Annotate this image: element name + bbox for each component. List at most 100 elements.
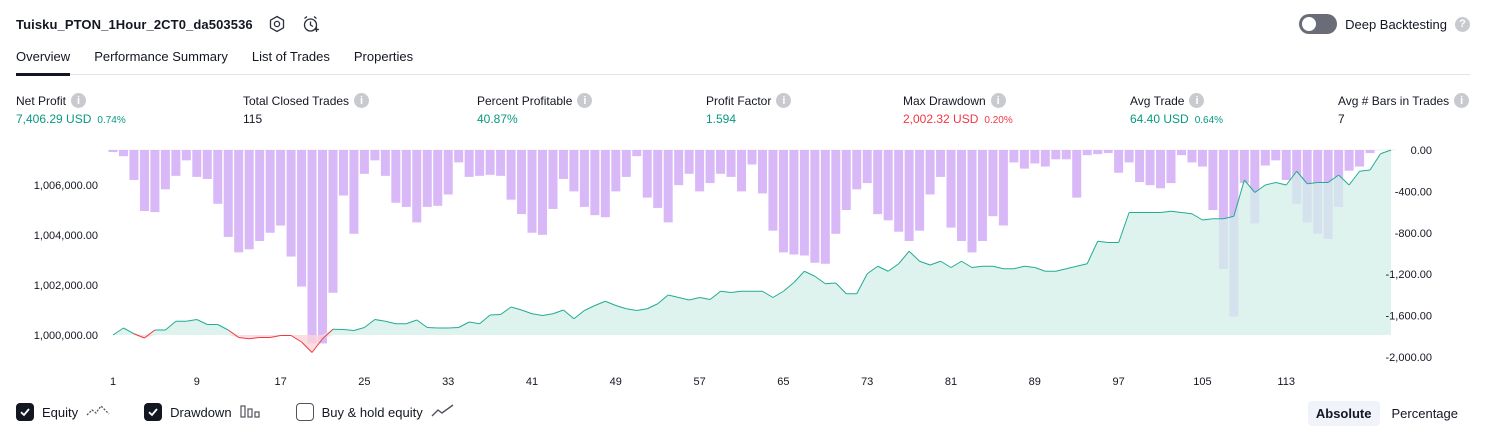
tab-bar: Overview Performance Summary List of Tra… bbox=[16, 44, 1470, 76]
drawdown-bar bbox=[1166, 150, 1176, 184]
info-icon[interactable]: i bbox=[577, 93, 593, 108]
drawdown-bar bbox=[1281, 150, 1291, 180]
add-alert-icon[interactable] bbox=[301, 14, 321, 34]
drawdown-bar bbox=[810, 150, 820, 263]
drawdown-bar bbox=[475, 150, 485, 176]
drawdown-bar bbox=[1260, 150, 1270, 166]
drawdown-bar bbox=[202, 150, 212, 179]
x-axis-tick-label: 65 bbox=[777, 376, 789, 388]
drawdown-bar bbox=[684, 150, 694, 174]
x-axis-tick-label: 41 bbox=[526, 376, 538, 388]
drawdown-bar bbox=[558, 150, 568, 179]
tab-properties[interactable]: Properties bbox=[354, 44, 413, 75]
drawdown-bar bbox=[737, 150, 747, 192]
drawdown-bar bbox=[318, 150, 328, 344]
absolute-button[interactable]: Absolute bbox=[1307, 401, 1380, 426]
info-icon[interactable]: i bbox=[354, 93, 370, 108]
drawdown-bar bbox=[1355, 150, 1365, 167]
tab-performance-summary[interactable]: Performance Summary bbox=[94, 44, 228, 75]
drawdown-bar bbox=[244, 150, 254, 250]
drawdown-bar bbox=[726, 150, 736, 177]
info-icon[interactable]: i bbox=[776, 93, 792, 108]
metric-percent: 0.74% bbox=[97, 115, 126, 126]
drawdown-bar bbox=[485, 150, 495, 175]
buy-hold-checkbox[interactable] bbox=[295, 403, 314, 421]
drawdown-bar bbox=[1051, 150, 1061, 160]
drawdown-bar bbox=[873, 150, 883, 215]
drawdown-bar bbox=[496, 150, 506, 176]
x-axis-tick-label: 1 bbox=[110, 376, 116, 388]
legend-drawdown[interactable]: Drawdown bbox=[144, 403, 261, 421]
drawdown-bar bbox=[1009, 150, 1019, 163]
drawdown-bar bbox=[338, 150, 348, 196]
drawdown-bar bbox=[1040, 150, 1050, 167]
drawdown-bar bbox=[852, 150, 862, 190]
drawdown-bar bbox=[1093, 150, 1103, 155]
drawdown-bar bbox=[1197, 150, 1207, 167]
drawdown-bar bbox=[925, 150, 935, 195]
drawdown-bar bbox=[506, 150, 516, 200]
drawdown-bar bbox=[1114, 150, 1124, 173]
tab-overview[interactable]: Overview bbox=[16, 44, 71, 76]
info-icon[interactable]: i bbox=[1189, 93, 1205, 108]
metric-label: Profit Factor bbox=[706, 93, 772, 108]
x-axis-tick-label: 17 bbox=[274, 376, 286, 388]
drawdown-bar bbox=[370, 150, 380, 161]
drawdown-bar bbox=[1344, 150, 1354, 171]
drawdown-bar bbox=[1239, 150, 1249, 184]
drawdown-bar bbox=[401, 150, 411, 207]
help-icon[interactable]: ? bbox=[1455, 16, 1470, 32]
drawdown-bar bbox=[747, 150, 757, 165]
info-icon[interactable]: i bbox=[1454, 93, 1470, 108]
tab-list-of-trades[interactable]: List of Trades bbox=[252, 44, 330, 75]
equity-drawdown-chart[interactable]: 1,000,000.00 1,002,000.00 1,004,000.00 1,00… bbox=[0, 140, 1486, 390]
deep-backtesting-toggle[interactable] bbox=[1299, 14, 1338, 34]
drawdown-checkbox[interactable] bbox=[144, 403, 163, 421]
drawdown-bar bbox=[297, 150, 307, 287]
x-axis-tick-label: 33 bbox=[442, 376, 454, 388]
left-axis-tick-label: 1,002,000.00 bbox=[34, 280, 98, 292]
settings-icon[interactable] bbox=[267, 14, 287, 34]
legend-equity[interactable]: Equity bbox=[16, 403, 110, 421]
drawdown-bar bbox=[192, 150, 202, 177]
metric-label: Percent Profitable bbox=[477, 93, 573, 108]
drawdown-bar bbox=[265, 150, 275, 233]
metric-label: Max Drawdown bbox=[903, 93, 986, 108]
drawdown-bar bbox=[632, 150, 642, 157]
drawdown-bar bbox=[1176, 150, 1186, 156]
right-axis-tick-label: -2,000.00 bbox=[1386, 352, 1432, 364]
equity-line-icon bbox=[86, 404, 110, 421]
drawdown-bar bbox=[1156, 150, 1166, 189]
equity-checkbox[interactable] bbox=[16, 403, 34, 421]
drawdown-bar bbox=[1061, 150, 1071, 160]
drawdown-bar bbox=[705, 150, 715, 184]
right-axis-tick-label: -400.00 bbox=[1395, 186, 1432, 198]
x-axis-tick-label: 113 bbox=[1277, 376, 1295, 388]
legend-buy-hold[interactable]: Buy & hold equity bbox=[295, 403, 455, 421]
drawdown-bar bbox=[286, 150, 296, 257]
drawdown-bar bbox=[349, 150, 359, 234]
drawdown-bar bbox=[1082, 150, 1092, 156]
drawdown-bar bbox=[1135, 150, 1145, 183]
drawdown-bar bbox=[579, 150, 589, 207]
drawdown-bar bbox=[590, 150, 600, 216]
x-axis-tick-label: 73 bbox=[861, 376, 873, 388]
x-axis-tick-label: 57 bbox=[693, 376, 705, 388]
drawdown-bar bbox=[255, 150, 265, 242]
drawdown-bar bbox=[1271, 150, 1281, 161]
info-icon[interactable]: i bbox=[990, 93, 1006, 108]
drawdown-bar bbox=[527, 150, 537, 233]
drawdown-bar bbox=[915, 150, 925, 231]
drawdown-bar bbox=[380, 150, 390, 176]
percentage-button[interactable]: Percentage bbox=[1384, 401, 1467, 426]
drawdown-bar bbox=[139, 150, 149, 212]
legend-drawdown-label: Drawdown bbox=[170, 404, 232, 420]
left-axis-tick-label: 1,004,000.00 bbox=[34, 230, 98, 242]
metric-label: Avg Trade bbox=[1130, 93, 1185, 108]
drawdown-bar bbox=[181, 150, 191, 161]
right-axis-tick-label: -800.00 bbox=[1395, 228, 1432, 240]
info-icon[interactable]: i bbox=[71, 93, 87, 108]
metric-value: 115 bbox=[243, 112, 263, 126]
drawdown-bar bbox=[569, 150, 579, 192]
drawdown-bar bbox=[1365, 150, 1375, 154]
